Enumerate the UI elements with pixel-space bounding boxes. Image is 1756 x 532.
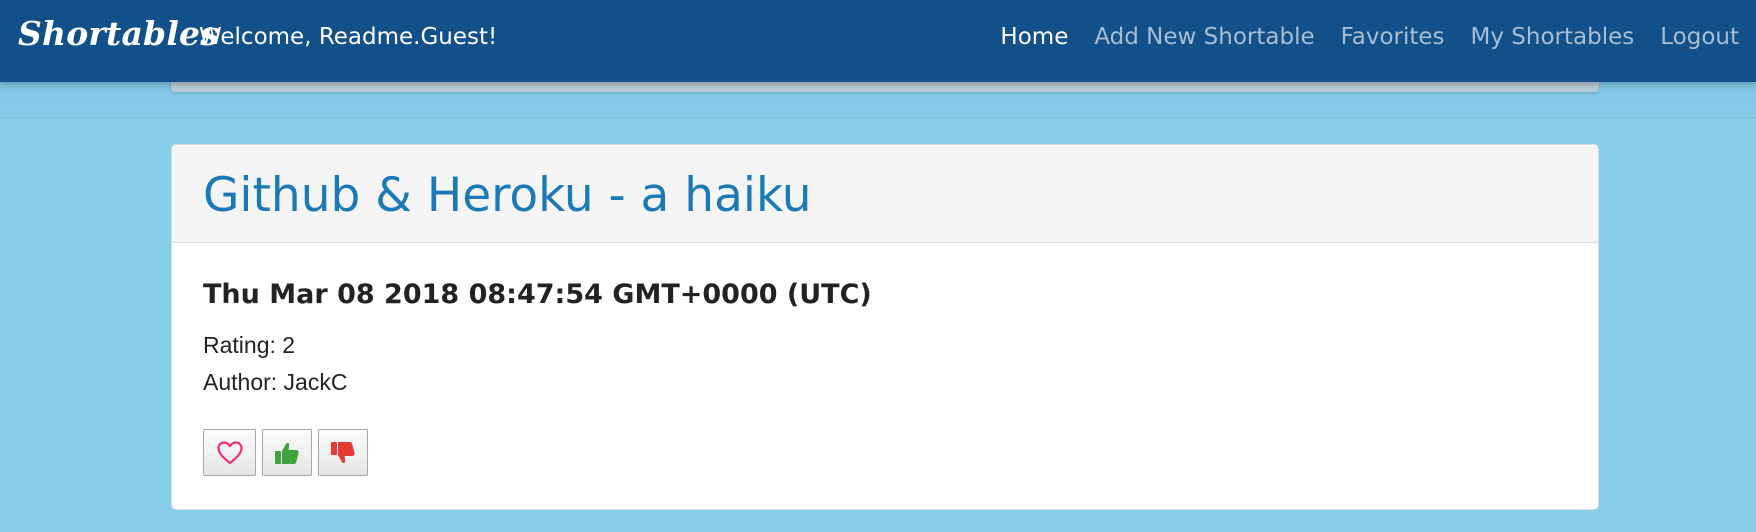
brand-logo[interactable]: Shortables (18, 14, 219, 53)
nav-link-logout[interactable]: Logout (1660, 24, 1739, 50)
nav-link-home[interactable]: Home (1000, 24, 1068, 50)
nav-link-add-new-shortable[interactable]: Add New Shortable (1094, 24, 1314, 50)
shortable-title[interactable]: Github & Heroku - a haiku (203, 145, 812, 223)
card-header: Github & Heroku - a haiku (172, 145, 1598, 243)
collapsed-panel (171, 82, 1599, 92)
thumbs-up-icon (274, 440, 300, 466)
nav-links: Home Add New Shortable Favorites My Shor… (1000, 24, 1739, 50)
action-buttons (203, 429, 1598, 476)
downvote-button[interactable] (318, 429, 368, 476)
shortable-author: Author: JackC (203, 369, 348, 395)
navbar: Shortables Welcome, Readme.Guest! Home A… (0, 0, 1756, 82)
card-body: Thu Mar 08 2018 08:47:54 GMT+0000 (UTC) … (172, 279, 1598, 476)
nav-link-my-shortables[interactable]: My Shortables (1471, 24, 1635, 50)
favorite-button[interactable] (203, 429, 256, 476)
nav-link-favorites[interactable]: Favorites (1341, 24, 1445, 50)
welcome-message: Welcome, Readme.Guest! (199, 24, 498, 50)
shortable-card: Github & Heroku - a haiku Thu Mar 08 201… (171, 144, 1599, 510)
thumbs-down-icon (330, 440, 356, 466)
shortable-rating: Rating: 2 (203, 332, 296, 358)
heart-outline-icon (216, 440, 243, 465)
shortable-date: Thu Mar 08 2018 08:47:54 GMT+0000 (UTC) (203, 279, 872, 310)
upvote-button[interactable] (262, 429, 312, 476)
